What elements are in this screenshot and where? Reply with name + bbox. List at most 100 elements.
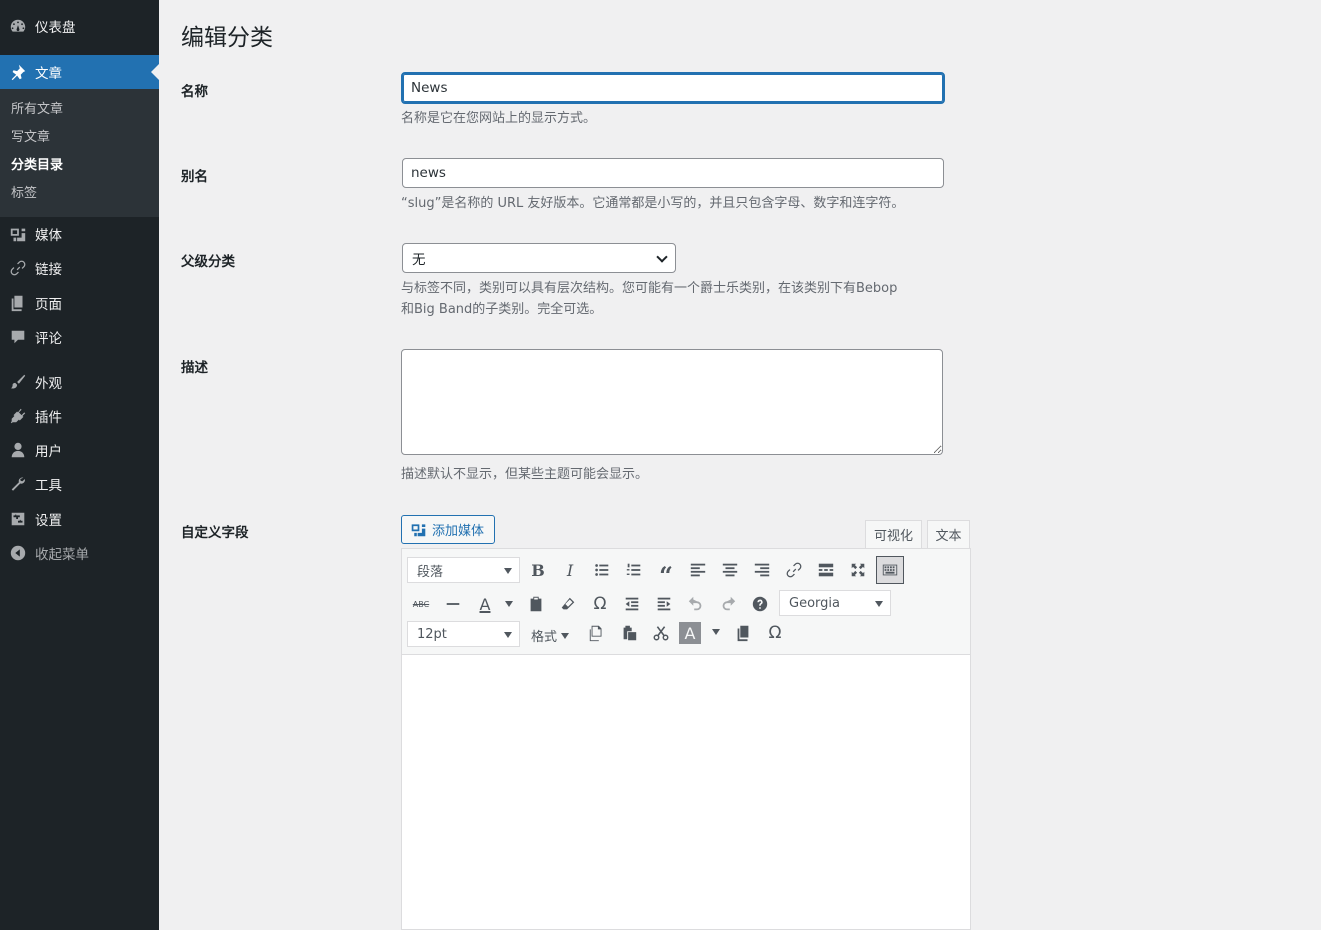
menu-settings-label: 设置 — [35, 513, 62, 529]
menu-users[interactable]: 用户 — [0, 433, 159, 467]
menu-collapse[interactable]: 收起菜单 — [0, 536, 159, 570]
font-family-select[interactable]: Georgia — [779, 590, 891, 616]
background-color-dropdown-icon[interactable] — [712, 629, 720, 635]
posts-submenu: 所有文章 写文章 分类目录 标签 — [0, 89, 159, 217]
custom-field-label: 自定义字段 — [181, 525, 249, 541]
menu-plugins[interactable]: 插件 — [0, 399, 159, 433]
document-copy-icon — [737, 625, 749, 642]
italic-button[interactable]: I — [556, 556, 584, 584]
tab-visual[interactable]: 可视化 — [865, 520, 922, 549]
menu-links[interactable]: 链接 — [0, 251, 159, 285]
special-character-button[interactable]: Ω — [586, 590, 614, 618]
formats-menu[interactable]: 格式 — [531, 626, 570, 645]
menu-posts[interactable]: 文章 — [0, 55, 159, 89]
horizontal-line-icon — [446, 603, 460, 605]
menu-tools[interactable]: 工具 — [0, 467, 159, 501]
menu-links-label: 链接 — [35, 262, 62, 278]
menu-dashboard[interactable]: 仪表盘 — [0, 9, 159, 43]
strikethrough-icon: ABC — [412, 599, 430, 609]
menu-appearance[interactable]: 外观 — [0, 365, 159, 399]
align-right-button[interactable] — [748, 556, 776, 584]
link-icon — [786, 562, 802, 578]
menu-comments-label: 评论 — [35, 331, 62, 347]
strikethrough-button[interactable]: ABC — [407, 590, 435, 618]
cut-button[interactable] — [647, 619, 675, 647]
description-label: 描述 — [181, 360, 208, 376]
fullscreen-icon — [851, 563, 865, 577]
align-center-icon — [722, 563, 738, 577]
user-icon — [0, 441, 35, 459]
add-media-button[interactable]: 添加媒体 — [401, 515, 495, 544]
background-color-button[interactable]: A — [679, 622, 701, 644]
name-help: 名称是它在您网站上的显示方式。 — [401, 111, 597, 126]
brush-icon — [0, 373, 35, 391]
description-textarea[interactable] — [401, 349, 943, 455]
parent-help-line2: 和Big Band的子类别。完全可选。 — [401, 302, 603, 317]
fullscreen-button[interactable] — [844, 556, 872, 584]
submenu-tags[interactable]: 标签 — [0, 180, 159, 208]
menu-media-label: 媒体 — [35, 228, 62, 244]
align-left-button[interactable] — [684, 556, 712, 584]
menu-collapse-label: 收起菜单 — [35, 547, 89, 563]
insert-link-button[interactable] — [780, 556, 808, 584]
align-center-button[interactable] — [716, 556, 744, 584]
name-input[interactable]: News — [401, 72, 945, 104]
scissors-icon — [653, 626, 669, 641]
name-label: 名称 — [181, 84, 208, 100]
dropdown-arrow-icon — [875, 601, 883, 607]
parent-help-line1: 与标签不同，类别可以具有层次结构。您可能有一个爵士乐类别，在该类别下有Bebop — [401, 281, 898, 296]
menu-pages[interactable]: 页面 — [0, 286, 159, 320]
copy-button[interactable] — [583, 619, 611, 647]
redo-button[interactable] — [714, 590, 742, 618]
redo-icon — [722, 596, 736, 611]
menu-settings[interactable]: 设置 — [0, 502, 159, 536]
outdent-button[interactable] — [618, 590, 646, 618]
font-size-select[interactable]: 12pt — [407, 621, 520, 647]
numbered-list-button[interactable] — [620, 556, 648, 584]
read-more-button[interactable] — [812, 556, 840, 584]
slug-input[interactable]: news — [402, 158, 944, 188]
paste-word-button[interactable] — [729, 619, 757, 647]
description-help: 描述默认不显示，但某些主题可能会显示。 — [401, 467, 649, 482]
menu-comments[interactable]: 评论 — [0, 320, 159, 354]
omega-button[interactable]: Ω — [761, 619, 789, 647]
omega-icon: Ω — [768, 623, 782, 643]
align-left-icon — [690, 563, 706, 577]
menu-posts-label: 文章 — [35, 66, 62, 82]
menu-media[interactable]: 媒体 — [0, 217, 159, 251]
indent-button[interactable] — [650, 590, 678, 618]
bullet-list-button[interactable] — [588, 556, 616, 584]
editor-toolbar: 段落 B I “ ABC A Ω Georgia 12pt 格式 A Ω — [402, 549, 970, 655]
parent-label: 父级分类 — [181, 254, 235, 270]
toolbar-toggle-button[interactable] — [876, 556, 904, 584]
undo-button[interactable] — [682, 590, 710, 618]
text-color-dropdown-icon[interactable] — [505, 601, 513, 607]
italic-icon: I — [566, 560, 574, 580]
slug-label: 别名 — [181, 169, 208, 185]
submenu-all-posts[interactable]: 所有文章 — [0, 96, 159, 124]
help-icon — [752, 596, 768, 612]
copy-icon — [589, 625, 602, 642]
submenu-categories[interactable]: 分类目录 — [0, 152, 159, 180]
paste-button[interactable] — [615, 619, 643, 647]
admin-sidebar: 仪表盘 文章 所有文章 写文章 分类目录 标签 媒体 链接 页面 评论 外观 插… — [0, 0, 159, 930]
clipboard-icon — [530, 596, 542, 612]
media-icon — [0, 225, 35, 243]
text-color-button[interactable]: A — [471, 590, 499, 618]
blockquote-button[interactable]: “ — [652, 556, 680, 590]
horizontal-line-button[interactable] — [439, 590, 467, 618]
bold-button[interactable]: B — [524, 556, 552, 584]
formats-label: 格式 — [531, 630, 558, 645]
help-button[interactable] — [746, 590, 774, 618]
clear-formatting-button[interactable] — [554, 590, 582, 618]
paragraph-select[interactable]: 段落 — [407, 557, 520, 583]
align-right-icon — [754, 563, 770, 577]
font-family-value: Georgia — [789, 595, 840, 611]
menu-tools-label: 工具 — [35, 478, 62, 494]
parent-select[interactable]: 无 — [402, 243, 676, 273]
paste-text-button[interactable] — [522, 590, 550, 618]
submenu-new-post[interactable]: 写文章 — [0, 124, 159, 152]
bullet-list-icon — [595, 564, 609, 576]
tab-text[interactable]: 文本 — [927, 520, 970, 549]
dashboard-icon — [0, 17, 35, 35]
